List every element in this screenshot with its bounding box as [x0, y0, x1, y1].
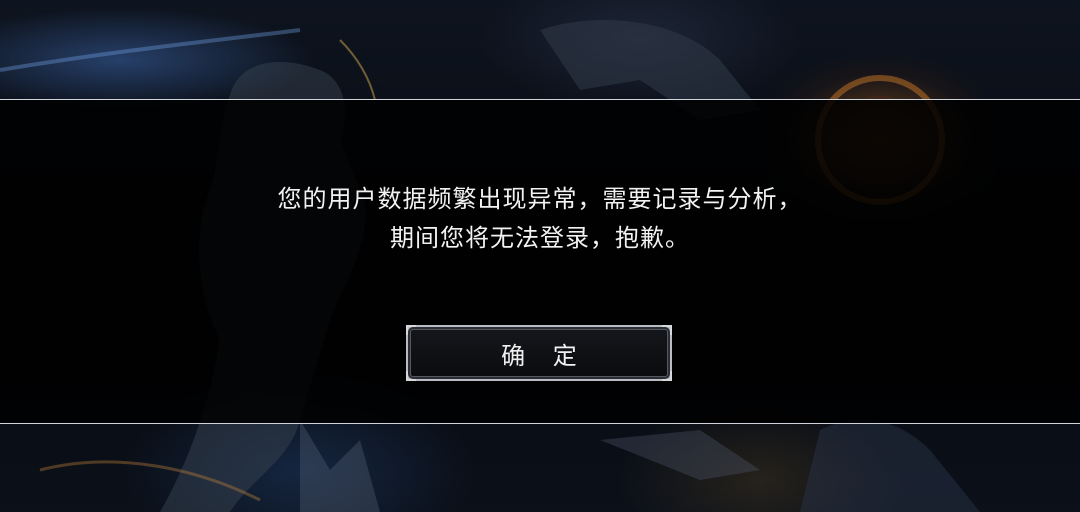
game-screen: 您的用户数据频繁出现异常，需要记录与分析， 期间您将无法登录，抱歉。 确 定 — [0, 0, 1080, 512]
dialog-message: 您的用户数据频繁出现异常，需要记录与分析， 期间您将无法登录，抱歉。 — [0, 180, 1080, 258]
button-corner-decoration — [406, 371, 416, 381]
confirm-button[interactable]: 确 定 — [406, 325, 672, 381]
button-corner-decoration — [406, 325, 416, 335]
button-corner-decoration — [662, 325, 672, 335]
confirm-button-label: 确 定 — [501, 341, 587, 370]
button-corner-decoration — [662, 371, 672, 381]
dialog-band: 您的用户数据频繁出现异常，需要记录与分析， 期间您将无法登录，抱歉。 确 定 — [0, 99, 1080, 424]
message-line-1: 您的用户数据频繁出现异常，需要记录与分析， — [277, 185, 803, 213]
message-line-2: 期间您将无法登录，抱歉。 — [390, 224, 690, 252]
